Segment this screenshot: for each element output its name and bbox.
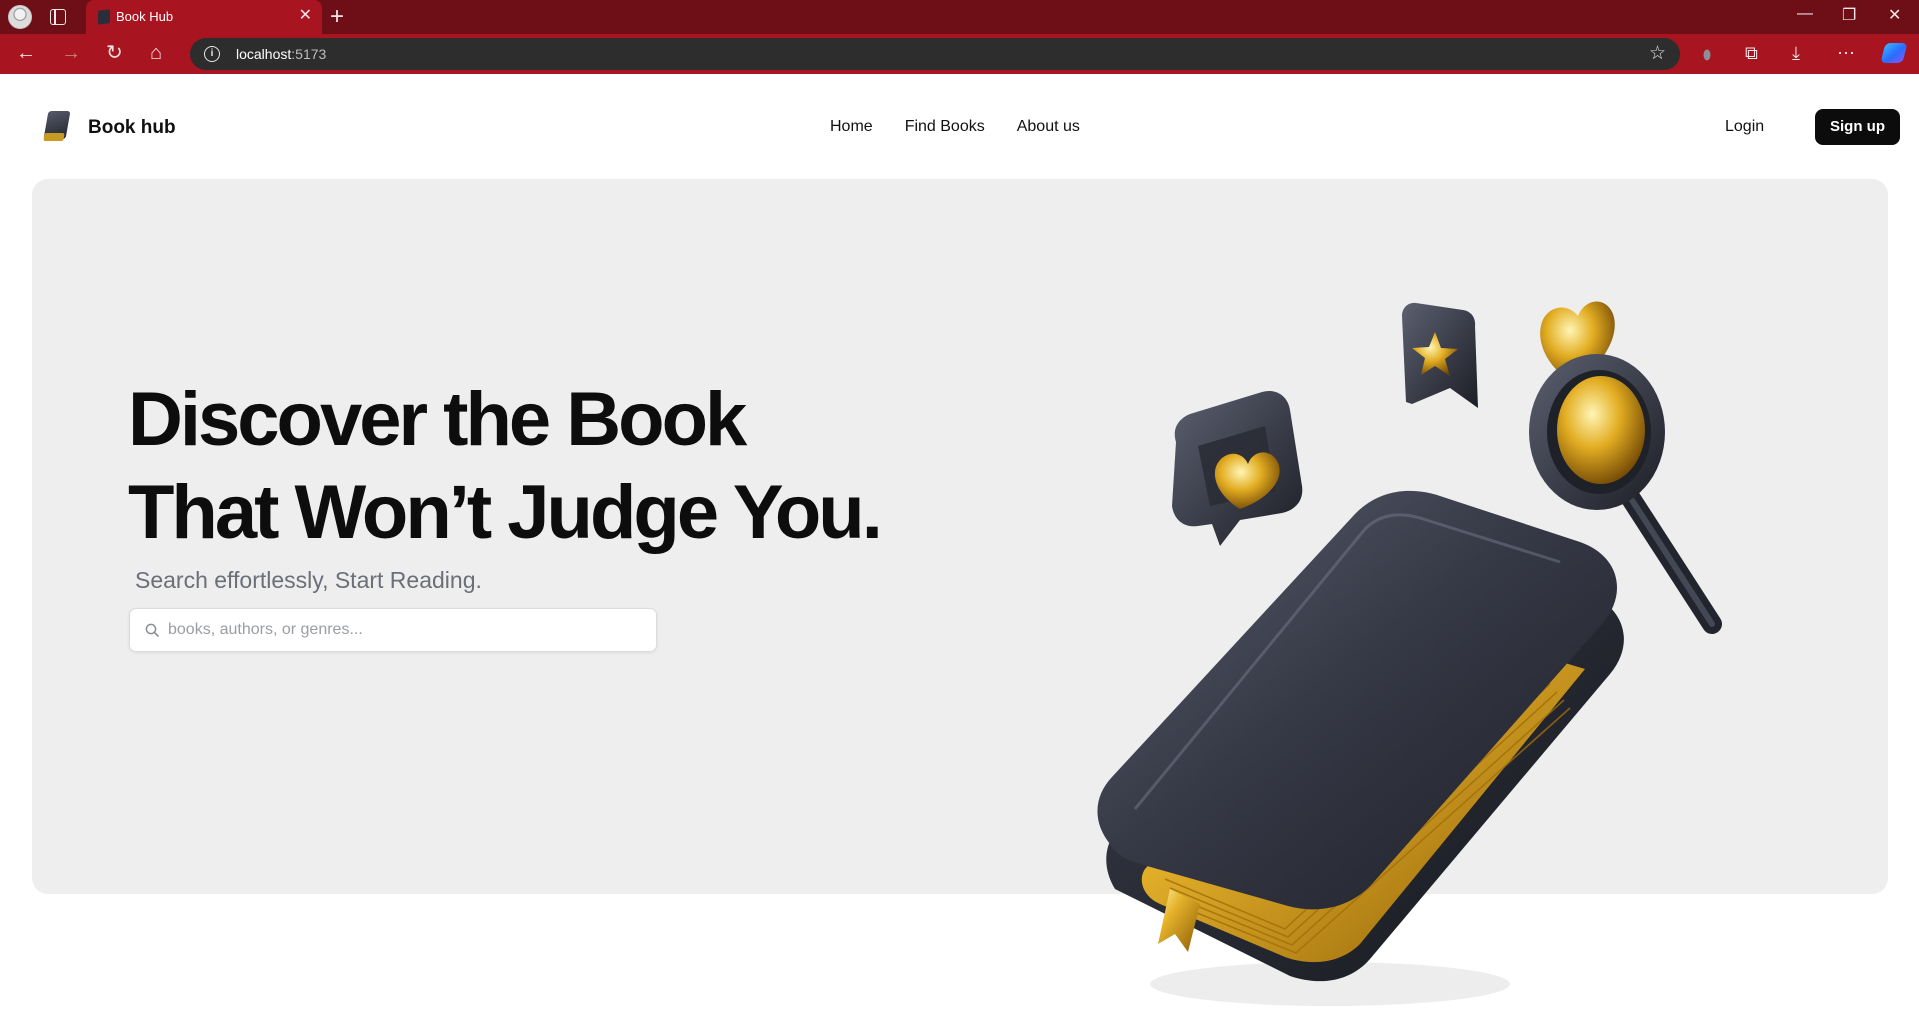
more-menu-icon[interactable]: ⋯	[1837, 41, 1855, 65]
star-bookmark-badge	[1402, 302, 1478, 408]
extensions-icon[interactable]: ⧉	[1745, 41, 1758, 65]
url-port: :5173	[291, 46, 327, 62]
tab-close-icon[interactable]: ✕	[299, 7, 312, 25]
window-close-icon[interactable]: ✕	[1888, 5, 1901, 25]
address-bar[interactable]: i localhost:5173 ☆	[190, 38, 1680, 70]
back-icon[interactable]: ←	[16, 41, 36, 65]
site-info-icon[interactable]: i	[204, 46, 220, 62]
favorite-star-icon[interactable]: ☆	[1649, 42, 1666, 65]
brand-name[interactable]: Book hub	[88, 117, 176, 139]
tab-actions-icon[interactable]	[50, 9, 66, 25]
forward-icon[interactable]: →	[61, 41, 81, 65]
copilot-icon[interactable]	[1880, 43, 1908, 63]
browser-tab[interactable]: Book Hub ✕	[86, 0, 322, 34]
url-text: localhost:5173	[236, 46, 326, 62]
restore-icon[interactable]: ❐	[1842, 5, 1856, 25]
hero-headline-line-1: Discover the Book	[128, 377, 747, 462]
hero-headline-line-2: That Won’t Judge You.	[128, 470, 883, 555]
signup-button[interactable]: Sign up	[1815, 109, 1900, 145]
extension-drop-icon[interactable]	[1701, 45, 1713, 63]
book-logo-icon[interactable]	[42, 111, 71, 143]
search-box[interactable]	[129, 608, 657, 652]
profile-avatar[interactable]	[8, 5, 32, 29]
url-host: localhost	[236, 46, 292, 62]
login-link[interactable]: Login	[1725, 118, 1764, 136]
downloads-icon[interactable]: ⤓	[1792, 41, 1800, 65]
hero-subheadline: Search effortlessly, Start Reading.	[135, 567, 482, 593]
home-icon[interactable]: ⌂	[150, 41, 162, 65]
search-icon	[145, 623, 159, 637]
page: Book hub Home Find Books About us Login …	[0, 74, 1919, 1027]
new-tab-button[interactable]: +	[330, 3, 344, 31]
nav-find-books[interactable]: Find Books	[905, 118, 985, 136]
tab-title: Book Hub	[116, 9, 174, 24]
browser-tabbar: Book Hub ✕ + — ❐ ✕	[0, 0, 1919, 34]
chat-heart-badge	[1172, 390, 1303, 546]
browser-toolbar: ← → ↻ ⌂ i localhost:5173 ☆ ⧉ ⤓ ⋯	[0, 34, 1919, 74]
main-nav: Home Find Books About us	[830, 118, 1080, 136]
book-illustration	[1097, 301, 1722, 1006]
nav-home[interactable]: Home	[830, 118, 873, 136]
reload-icon[interactable]: ↻	[106, 41, 123, 65]
nav-about-us[interactable]: About us	[1017, 118, 1080, 136]
hero-headline: Discover the Book That Won’t Judge You.	[128, 373, 883, 559]
minimize-icon[interactable]: —	[1797, 5, 1813, 23]
search-input[interactable]	[168, 609, 638, 651]
book-favicon-icon	[98, 9, 110, 25]
